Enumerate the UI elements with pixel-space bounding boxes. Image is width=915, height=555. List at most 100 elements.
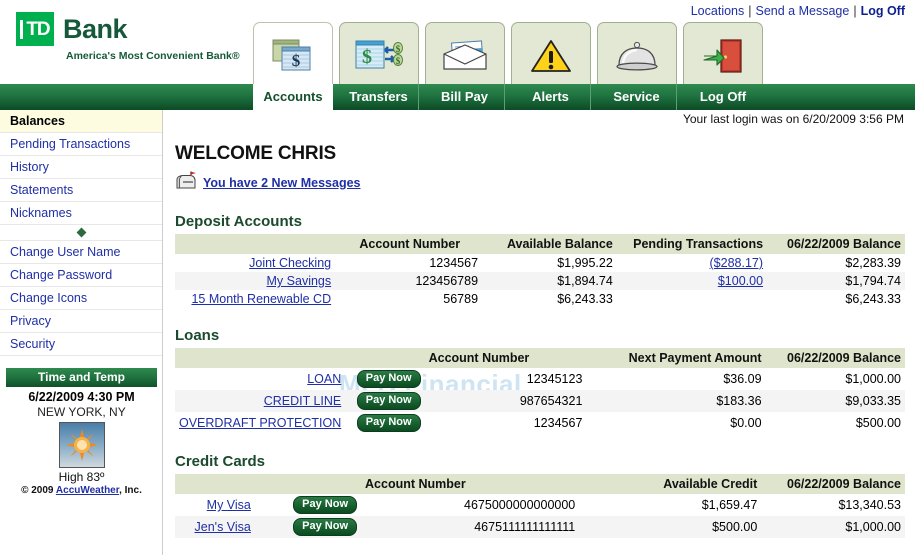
col-account-number: Account Number (424, 348, 587, 368)
account-link-loan[interactable]: LOAN (307, 372, 341, 386)
account-number-cell: 1234567 (429, 256, 479, 270)
account-link-my-savings[interactable]: My Savings (267, 274, 332, 288)
pay-now-button[interactable]: Pay Now (356, 414, 421, 432)
tab-service[interactable] (597, 22, 677, 88)
card-name-cell[interactable]: My Visa (175, 494, 255, 516)
time-and-temp-widget: Time and Temp 6/22/2009 4:30 PM NEW YORK… (6, 368, 157, 496)
account-number-cell: 987654321 (519, 394, 583, 408)
pay-now-button[interactable]: Pay Now (356, 392, 421, 410)
pending-transactions-cell[interactable]: ($288.17) (617, 254, 767, 272)
nav-alerts[interactable]: Alerts (511, 84, 591, 110)
pay-now-button[interactable]: Pay Now (293, 518, 358, 536)
table-header-row: Account Number Next Payment Amount 06/22… (175, 348, 905, 368)
tab-transfers[interactable]: $ $ $ (339, 22, 419, 88)
sidebar-item-change-icons[interactable]: Change Icons (0, 287, 162, 310)
new-messages-link[interactable]: You have 2 New Messages (203, 176, 360, 190)
sidebar-item-balances[interactable]: Balances (0, 110, 162, 133)
account-name-cell[interactable]: My Savings (175, 272, 335, 290)
account-link-overdraft-protection[interactable]: OVERDRAFT PROTECTION (179, 416, 341, 430)
weather-credit-suffix: , Inc. (119, 485, 142, 496)
account-name-cell[interactable]: 15 Month Renewable CD (175, 290, 335, 308)
account-link-15-month-cd[interactable]: 15 Month Renewable CD (191, 292, 331, 306)
sidebar-item-privacy[interactable]: Privacy (0, 310, 162, 333)
alerts-warning-triangle-icon (530, 37, 572, 75)
account-link-my-visa[interactable]: My Visa (207, 498, 251, 512)
account-link-credit-line[interactable]: CREDIT LINE (264, 394, 342, 408)
navigation-labels: Accounts Transfers Bill Pay Alerts Servi… (253, 84, 769, 110)
locations-link[interactable]: Locations (691, 4, 745, 18)
section-title-loans: Loans (175, 327, 220, 344)
pending-transactions-cell[interactable]: $100.00 (617, 272, 767, 290)
col-loan-name (175, 348, 346, 368)
tab-bill-pay[interactable] (425, 22, 505, 88)
pending-transactions-cell (617, 290, 767, 308)
pending-amount-link[interactable]: ($288.17) (710, 256, 764, 270)
svg-text:$: $ (362, 46, 372, 68)
col-account-number: Account Number (355, 234, 483, 254)
account-number-cell: 12345123 (526, 372, 583, 386)
loan-name-cell[interactable]: CREDIT LINE (175, 390, 345, 412)
pending-amount-link[interactable]: $100.00 (718, 274, 763, 288)
svg-text:$: $ (396, 44, 401, 54)
action-cell[interactable]: Pay Now (255, 494, 361, 516)
sidebar-item-security[interactable]: Security (0, 333, 162, 356)
nav-accounts[interactable]: Accounts (253, 84, 333, 110)
td-logo-mark: TD (16, 12, 54, 46)
sidebar-item-pending-transactions[interactable]: Pending Transactions (0, 133, 162, 156)
action-cell[interactable]: Pay Now (255, 516, 361, 538)
weather-credit-prefix: © 2009 (21, 485, 56, 496)
tab-accounts[interactable]: $ (253, 22, 333, 88)
sidebar-item-change-user-name[interactable]: Change User Name (0, 241, 162, 264)
action-cell (335, 290, 355, 308)
log-off-link[interactable]: Log Off (861, 4, 905, 18)
sunburst-shape (65, 429, 98, 461)
table-row: Joint Checking 1234567 $1,995.22 ($288.1… (175, 254, 905, 272)
sidebar-item-nicknames[interactable]: Nicknames (0, 202, 162, 225)
nav-service[interactable]: Service (597, 84, 677, 110)
pay-now-button[interactable]: Pay Now (356, 370, 421, 388)
col-dated-balance: 06/22/2009 Balance (767, 234, 905, 254)
nav-log-off[interactable]: Log Off (683, 84, 763, 110)
primary-tab-strip: $ $ $ $ (253, 22, 769, 88)
mailbox-icon (175, 171, 197, 194)
link-separator-1: | (748, 4, 752, 18)
action-cell[interactable]: Pay Now (345, 412, 424, 434)
new-messages-row[interactable]: You have 2 New Messages (175, 171, 905, 194)
sunny-weather-icon (58, 422, 105, 468)
col-card-name (175, 474, 255, 494)
weather-datetime: 6/22/2009 4:30 PM (28, 390, 135, 404)
sidebar-item-statements[interactable]: Statements (0, 179, 162, 202)
loan-name-cell[interactable]: LOAN (175, 368, 345, 390)
svg-text:$: $ (292, 51, 301, 70)
action-cell[interactable]: Pay Now (345, 368, 424, 390)
loan-name-cell[interactable]: OVERDRAFT PROTECTION (175, 412, 345, 434)
send-a-message-link[interactable]: Send a Message (756, 4, 850, 18)
card-name-cell[interactable]: Jen's Visa (175, 516, 255, 538)
diamond-icon (76, 227, 86, 238)
col-dated-balance: 06/22/2009 Balance (765, 348, 905, 368)
col-next-payment-amount: Next Payment Amount (586, 348, 766, 368)
utility-links: Locations | Send a Message | Log Off (691, 4, 905, 18)
nav-bill-pay[interactable]: Bill Pay (425, 84, 505, 110)
sidebar-item-change-password[interactable]: Change Password (0, 264, 162, 287)
tab-log-off[interactable] (683, 22, 763, 88)
deposit-accounts-table: Account Number Available Balance Pending… (175, 234, 905, 308)
left-sidebar: Balances Pending Transactions History St… (0, 110, 163, 555)
pay-now-button[interactable]: Pay Now (293, 496, 358, 514)
weather-credit: © 2009 AccuWeather, Inc. (6, 485, 157, 496)
account-name-cell[interactable]: Joint Checking (175, 254, 335, 272)
accuweather-link[interactable]: AccuWeather (56, 485, 119, 496)
accounts-windows-dollar-icon: $ (270, 37, 316, 75)
td-logo-text: TD (20, 19, 51, 39)
col-account-name (175, 234, 336, 254)
action-cell[interactable]: Pay Now (345, 390, 424, 412)
sidebar-item-history[interactable]: History (0, 156, 162, 179)
account-link-joint-checking[interactable]: Joint Checking (249, 256, 331, 270)
account-number-cell: 56789 (443, 292, 479, 306)
brand-logo[interactable]: TD Bank America's Most Convenient Bank® (16, 12, 240, 62)
nav-transfers[interactable]: Transfers (339, 84, 419, 110)
transfers-money-arrows-icon: $ $ $ (354, 37, 404, 75)
tab-alerts[interactable] (511, 22, 591, 88)
logoff-door-arrow-icon (701, 37, 745, 75)
account-link-jens-visa[interactable]: Jen's Visa (195, 520, 251, 534)
